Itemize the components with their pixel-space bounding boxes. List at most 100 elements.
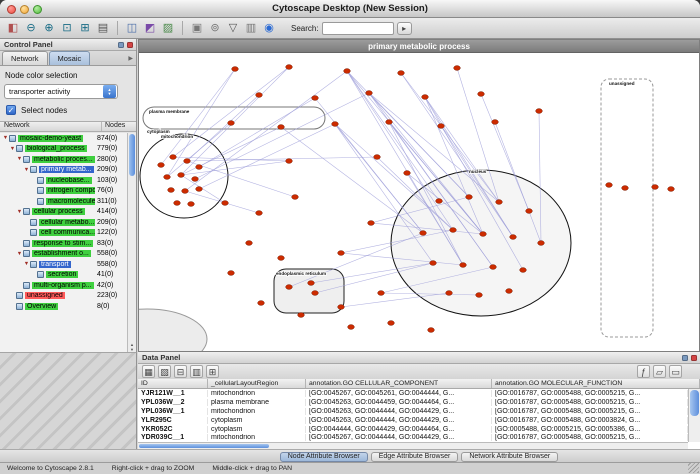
table-row[interactable]: YLR295Ccytoplasm[GO:0045263, GO:0044444,…: [138, 416, 688, 425]
tree-row-primary-metab-[interactable]: ▼primary metab...209(0): [0, 165, 127, 176]
column-header-3[interactable]: annotation.GO MOLECULAR_FUNCTION: [492, 379, 700, 388]
graph-node[interactable]: [454, 66, 461, 71]
graph-node[interactable]: [478, 92, 485, 97]
scrollbar-arrows[interactable]: ▲ ▼: [128, 342, 136, 352]
graph-node[interactable]: [506, 289, 513, 294]
graph-node[interactable]: [278, 256, 285, 261]
select-columns-icon[interactable]: ▥: [190, 365, 203, 378]
page-icon[interactable]: ▤: [95, 20, 111, 36]
table-row[interactable]: YPL036W__2plasma membrane[GO:0045263, GO…: [138, 398, 688, 407]
graph-node[interactable]: [308, 281, 315, 286]
filter-icon[interactable]: ▽: [225, 20, 241, 36]
graph-node[interactable]: [312, 291, 319, 296]
network-graph[interactable]: plasma membranecytoplasmmitochondrionnuc…: [139, 53, 699, 351]
graph-edge[interactable]: [195, 93, 369, 179]
graph-node[interactable]: [332, 122, 339, 127]
save-folder-icon[interactable]: ▭: [669, 365, 682, 378]
graph-node[interactable]: [312, 96, 319, 101]
attribute-icon[interactable]: ▥: [243, 20, 259, 36]
tree-row-overview[interactable]: Overview8(0): [0, 301, 127, 312]
expand-arrow-icon[interactable]: ▼: [23, 167, 30, 173]
graph-node[interactable]: [222, 201, 229, 206]
graph-node[interactable]: [368, 221, 375, 226]
graph-node[interactable]: [232, 67, 239, 72]
tree-row-cellular-metabo-[interactable]: cellular metabo...209(0): [0, 217, 127, 228]
graph-node[interactable]: [338, 251, 345, 256]
close-panel-icon[interactable]: [127, 42, 133, 48]
zoom-out-icon[interactable]: ⊖: [23, 20, 39, 36]
graph-edge[interactable]: [369, 93, 469, 197]
graph-edge[interactable]: [199, 98, 315, 167]
graph-node[interactable]: [404, 171, 411, 176]
vscroll-thumb[interactable]: [690, 390, 699, 416]
import-table-icon[interactable]: ⊞: [206, 365, 219, 378]
tree-row-cellular-process[interactable]: ▼cellular process414(0): [0, 207, 127, 218]
graph-edge[interactable]: [315, 98, 423, 233]
network-canvas[interactable]: plasma membranecytoplasmmitochondrionnuc…: [139, 53, 699, 351]
graph-node[interactable]: [366, 91, 373, 96]
tree-scrollbar[interactable]: ▲ ▼: [127, 133, 136, 352]
graph-node[interactable]: [490, 265, 497, 270]
graph-node[interactable]: [338, 305, 345, 310]
graph-node[interactable]: [258, 301, 265, 306]
graph-node[interactable]: [510, 235, 517, 240]
graph-node[interactable]: [398, 71, 405, 76]
graph-node[interactable]: [344, 69, 351, 74]
graph-node[interactable]: [450, 228, 457, 233]
node-color-dropdown[interactable]: transporter activity ▲▼: [4, 84, 118, 99]
vizmapper-icon[interactable]: ◩: [142, 20, 158, 36]
formula-icon[interactable]: ƒ: [637, 365, 650, 378]
graph-edge[interactable]: [187, 157, 377, 161]
graph-node[interactable]: [536, 109, 543, 114]
graph-node[interactable]: [192, 177, 199, 182]
table-row[interactable]: YDR039C__1mitochondrion[GO:0045267, GO:0…: [138, 433, 688, 442]
tab-node-attribute-browser[interactable]: Node Attribute Browser: [280, 452, 368, 462]
edit-table-icon[interactable]: ▧: [158, 365, 171, 378]
annotation-icon[interactable]: ▨: [160, 20, 176, 36]
tab-mosaic[interactable]: Mosaic: [49, 51, 91, 65]
graph-edge[interactable]: [187, 161, 295, 197]
graph-node[interactable]: [622, 186, 629, 191]
graph-node[interactable]: [196, 187, 203, 192]
tree-row-nucleobase-[interactable]: nucleobase...103(0): [0, 175, 127, 186]
tree-row-secretion[interactable]: secretion41(0): [0, 270, 127, 281]
plugin-icon[interactable]: ▣: [189, 20, 205, 36]
table-hscrollbar[interactable]: [138, 442, 688, 449]
save-table-icon[interactable]: ▦: [142, 365, 155, 378]
expand-arrow-icon[interactable]: ▼: [16, 156, 23, 162]
graph-node[interactable]: [298, 313, 305, 318]
graph-node[interactable]: [496, 200, 503, 205]
graph-node[interactable]: [256, 93, 263, 98]
column-header-1[interactable]: _cellularLayoutRegion: [208, 379, 306, 388]
graph-edge[interactable]: [173, 67, 289, 157]
graph-node[interactable]: [422, 95, 429, 100]
tab-scroll-right-icon[interactable]: ▶: [128, 55, 133, 62]
graph-node[interactable]: [196, 165, 203, 170]
graph-edge[interactable]: [347, 71, 439, 201]
graph-node[interactable]: [480, 232, 487, 237]
graph-node[interactable]: [182, 189, 189, 194]
graph-node[interactable]: [256, 211, 263, 216]
tree-header-network[interactable]: Network: [0, 122, 102, 131]
float-datapanel-icon[interactable]: [682, 355, 688, 361]
tree-row-multi-organism-p-[interactable]: multi-organism p...42(0): [0, 280, 127, 291]
graph-edge[interactable]: [185, 71, 347, 191]
graph-node[interactable]: [286, 65, 293, 70]
graph-node[interactable]: [286, 285, 293, 290]
column-header-2[interactable]: annotation.GO CELLULAR_COMPONENT: [306, 379, 492, 388]
graph-node[interactable]: [184, 159, 191, 164]
graph-node[interactable]: [420, 231, 427, 236]
graph-node[interactable]: [428, 328, 435, 333]
tree-row-nitrogen-compo-[interactable]: nitrogen compo...76(0): [0, 186, 127, 197]
graph-node[interactable]: [246, 241, 253, 246]
tree-row-metabolic-proces-[interactable]: ▼metabolic proces...280(0): [0, 154, 127, 165]
graph-node[interactable]: [476, 293, 483, 298]
graph-node[interactable]: [286, 159, 293, 164]
search-input[interactable]: [322, 22, 394, 35]
tree-header-nodes[interactable]: Nodes: [102, 122, 136, 131]
expand-arrow-icon[interactable]: ▼: [23, 261, 30, 267]
graph-node[interactable]: [164, 175, 171, 180]
graph-node[interactable]: [652, 185, 659, 190]
graph-node[interactable]: [228, 271, 235, 276]
graph-node[interactable]: [438, 124, 445, 129]
